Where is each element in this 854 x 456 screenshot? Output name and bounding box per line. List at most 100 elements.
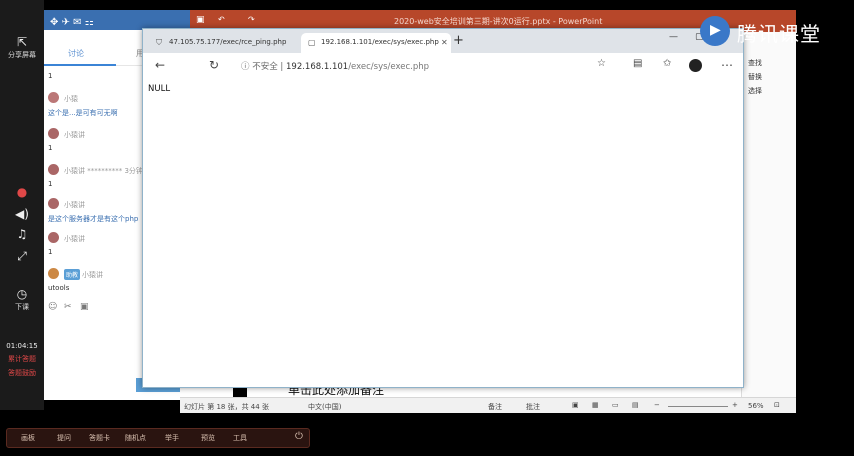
chat-sender: 小猿讲 (82, 271, 103, 279)
browser-toolbar: ← ↻ ⓘ 不安全 | 192.168.1.101/exec/sys/exec.… (143, 53, 743, 79)
status-slide-count: 幻灯片 第 18 张，共 44 张 (184, 403, 269, 411)
avatar (48, 232, 59, 243)
zoom-slider[interactable] (668, 406, 728, 407)
zoom-level: 56% (748, 402, 764, 410)
chat-message: utools (48, 284, 70, 292)
desktop: ⇱ 分享屏幕 ● ◀) ♫ ⤢ ◷ 下课 01:04:15 累计答题 答题鼓励 … (0, 0, 854, 456)
chat-sender: 小猿讲 ********** 3分钟 (64, 167, 143, 175)
fullscreen-button[interactable]: ⤢ (0, 250, 44, 264)
active-tab-indicator (44, 64, 116, 66)
new-tab-button[interactable]: + (453, 33, 464, 48)
avatar (48, 92, 59, 103)
favorites-bar-icon[interactable]: ✩ (663, 58, 671, 69)
scissors-icon[interactable]: ✂ (64, 302, 72, 312)
address-bar[interactable]: ⓘ 不安全 | 192.168.1.101/exec/sys/exec.php (241, 60, 429, 72)
clock-icon: ◷ (16, 287, 28, 301)
tutor-avatar (48, 268, 59, 279)
expand-icon: ⤢ (17, 249, 27, 263)
zoom-out-icon[interactable]: − (654, 401, 660, 409)
chat-sender: 小猿讲 (64, 131, 85, 139)
ribbon-replace[interactable]: 替换 (748, 72, 762, 82)
speaker-button[interactable]: ◀) (0, 208, 44, 222)
toolbar-item-answer-card[interactable]: 答题卡 (89, 433, 110, 443)
browser-tab[interactable]: ⛉ 47.105.75.177/exec/rce_ping.php (149, 33, 299, 53)
watermark-logo: ▶ (700, 16, 730, 46)
ribbon-find[interactable]: 查找 (748, 58, 762, 68)
notes-toggle[interactable]: 备注 (488, 402, 502, 412)
share-screen-button[interactable]: ⇱ 分享屏幕 (0, 36, 44, 60)
avatar (48, 128, 59, 139)
more-menu-icon[interactable]: … (721, 55, 733, 69)
close-tab-icon[interactable]: ✕ (441, 38, 448, 47)
fit-window-icon[interactable]: ⊡ (774, 401, 780, 409)
minimize-icon[interactable]: — (669, 32, 678, 42)
favorite-star-icon[interactable]: ☆ (597, 58, 606, 69)
tutor-badge: 助教 (64, 269, 81, 280)
classroom-rail: ⇱ 分享屏幕 ● ◀) ♫ ⤢ ◷ 下课 01:04:15 累计答题 答题鼓励 (0, 0, 44, 410)
ppt-ribbon-side: 查找 替换 选择 (741, 32, 796, 412)
status-line-1: 累计答题 (8, 355, 36, 363)
chat-message: 这个是...是可有可无啊 (48, 109, 118, 117)
page-output-text: NULL (148, 84, 171, 94)
end-class-button[interactable]: ◷ 下课 (0, 288, 44, 312)
ppt-statusbar: 幻灯片 第 18 张，共 44 张 中文(中国) 备注 批注 ▣ ▦ ▭ ▤ −… (180, 397, 796, 413)
mic-button[interactable]: ● (0, 186, 44, 200)
chat-sender: 小猿讲 (64, 235, 85, 243)
reading-view-icon[interactable]: ▭ (612, 401, 619, 409)
status-line-2: 答题鼓励 (8, 369, 36, 377)
normal-view-icon[interactable]: ▣ (572, 401, 579, 409)
music-button[interactable]: ♫ (0, 228, 44, 242)
notes-marker (233, 387, 247, 397)
power-icon[interactable]: ⏻ (295, 431, 303, 442)
play-icon: ▶ (710, 22, 721, 38)
microphone-icon: ● (16, 185, 28, 199)
toolbar-item-preview[interactable]: 预览 (201, 433, 215, 443)
profile-avatar[interactable] (689, 59, 702, 72)
refresh-icon[interactable]: ↻ (209, 58, 219, 72)
collections-icon[interactable]: ▤ (633, 58, 642, 69)
share-screen-label: 分享屏幕 (8, 51, 36, 59)
chat-sender: 小猿讲 (64, 201, 85, 209)
watermark-text: 腾讯课堂 (737, 22, 821, 46)
chat-panel-header: ✥ ✈ ✉ ⚏ (44, 10, 190, 30)
save-icon[interactable]: ▣ (196, 15, 205, 25)
toolbar-item-whiteboard[interactable]: 画板 (21, 433, 35, 443)
browser-window: ⛉ 47.105.75.177/exec/rce_ping.php ▢ 192.… (142, 28, 744, 388)
back-icon[interactable]: ← (155, 58, 165, 72)
status-language: 中文(中国) (308, 403, 342, 411)
ppt-title: 2020-web安全培训第三期-讲次0运行.pptx - PowerPoint (394, 17, 603, 26)
classroom-toolbar: 画板 提问 答题卡 随机点 举手 预览 工具 ⏻ (6, 428, 310, 448)
ribbon-select[interactable]: 选择 (748, 86, 762, 96)
end-class-label: 下课 (15, 303, 29, 311)
image-icon[interactable]: ▣ (80, 302, 89, 312)
toolbar-item-raise-hand[interactable]: 举手 (165, 433, 179, 443)
shield-icon: ⛉ (156, 38, 162, 47)
url-path: /exec/sys/exec.php (348, 62, 430, 72)
toolbar-item-question[interactable]: 提问 (57, 433, 71, 443)
chat-header-icons[interactable]: ✥ ✈ ✉ ⚏ (50, 17, 94, 28)
avatar (48, 164, 59, 175)
chat-message: 1 (48, 144, 53, 152)
chat-sender: 小猿 (64, 95, 78, 103)
url-host: 192.168.1.101 (286, 62, 349, 72)
comments-toggle[interactable]: 批注 (526, 402, 540, 412)
redo-icon[interactable]: ↷ (248, 15, 255, 24)
tab-title: 47.105.75.177/exec/rce_ping.php (169, 38, 287, 46)
chat-message: 1 (48, 180, 53, 188)
chat-message: 1 (48, 248, 53, 256)
class-timer: 01:04:15 (6, 342, 38, 350)
sorter-view-icon[interactable]: ▦ (592, 401, 599, 409)
chat-message: 是这个服务器才是有这个php (48, 215, 139, 223)
slideshow-icon[interactable]: ▤ (632, 401, 639, 409)
security-label: 不安全 (252, 62, 278, 72)
toolbar-item-tools[interactable]: 工具 (233, 433, 247, 443)
share-screen-icon: ⇱ (16, 35, 28, 49)
page-content: NULL (143, 79, 743, 387)
toolbar-item-random[interactable]: 随机点 (125, 433, 146, 443)
zoom-in-icon[interactable]: + (732, 401, 738, 409)
emoji-icon[interactable]: ☺ (48, 302, 57, 312)
tab-discussion[interactable]: 讨论 (68, 48, 84, 59)
tab-title: 192.168.1.101/exec/sys/exec.php (321, 38, 439, 46)
undo-icon[interactable]: ↶ (218, 15, 225, 24)
browser-tab-active[interactable]: ▢ 192.168.1.101/exec/sys/exec.php ✕ (301, 33, 451, 53)
